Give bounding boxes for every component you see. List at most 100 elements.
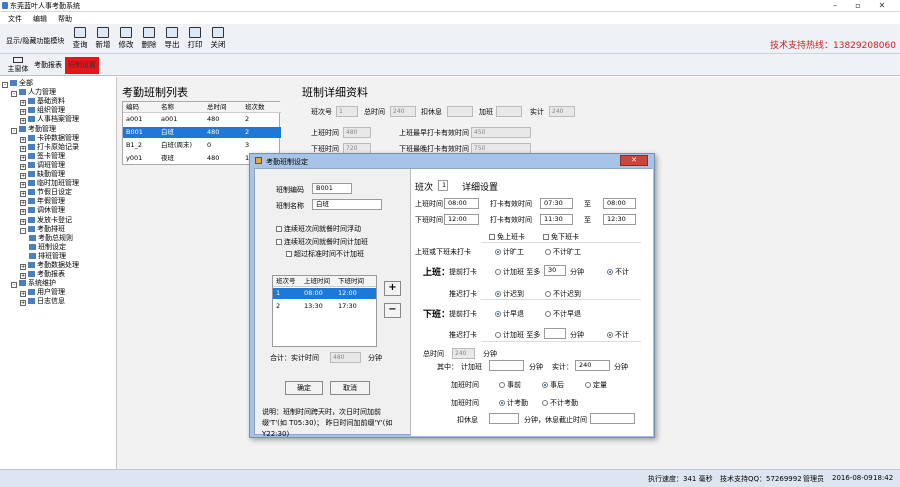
tree-item[interactable]: + 年假管理 xyxy=(20,197,65,207)
expand-icon[interactable]: + xyxy=(20,109,26,116)
tree-item[interactable]: + 用户管理 xyxy=(20,288,65,298)
chk1[interactable]: 连续班次间就餐时间浮动 xyxy=(276,224,361,234)
expand-icon[interactable]: + xyxy=(20,218,26,225)
ok-button[interactable]: 确定 xyxy=(285,381,323,395)
miss-absent-radio[interactable]: 计旷工 xyxy=(495,247,524,257)
code-input[interactable]: B001 xyxy=(312,183,352,194)
ot-in-dot[interactable] xyxy=(495,269,501,275)
expand-icon[interactable]: + xyxy=(20,200,26,207)
minimize-icon[interactable]: – xyxy=(826,0,844,11)
fixed-dot[interactable] xyxy=(585,382,591,388)
ot-out-radio[interactable]: 计加班 至多 xyxy=(495,330,540,340)
collapse-icon[interactable]: - xyxy=(11,127,17,134)
chk1-box[interactable] xyxy=(276,226,282,232)
export-button[interactable]: 导出 xyxy=(161,27,183,50)
tree-item[interactable]: - 人力管理 xyxy=(11,88,56,98)
ot-out-dot[interactable] xyxy=(495,332,501,338)
ot-in-minutes[interactable]: 30 xyxy=(544,265,566,276)
r-on-input[interactable]: 08:00 xyxy=(444,198,479,209)
tree-item[interactable]: + 考勤数据处理 xyxy=(20,261,79,270)
edit-button[interactable]: 修改 xyxy=(115,27,137,50)
toggle-modules-button[interactable]: 显示/隐藏功能模块 xyxy=(6,36,64,46)
tree-item[interactable]: + 人事档案管理 xyxy=(20,115,79,125)
miss-no-absent-radio[interactable]: 不计旷工 xyxy=(545,247,581,257)
ot-out-minutes[interactable] xyxy=(544,328,566,339)
close-icon[interactable]: ✕ xyxy=(873,0,891,11)
tree-item[interactable]: 排班管理 xyxy=(29,252,66,261)
expand-icon[interactable]: + xyxy=(20,182,26,189)
free-on-check[interactable]: 免上班卡 xyxy=(489,232,525,242)
late-no-count-dot[interactable] xyxy=(545,291,551,297)
menu-edit[interactable]: 编辑 xyxy=(33,14,47,24)
chk3[interactable]: 超过标准时间不计加班 xyxy=(286,249,364,259)
late-count-dot[interactable] xyxy=(495,291,501,297)
tree-item[interactable]: 考勤总规则 xyxy=(29,234,73,243)
menu-file[interactable]: 文件 xyxy=(8,14,22,24)
shift-number-field[interactable]: 1 xyxy=(438,180,448,191)
miss-absent-dot[interactable] xyxy=(495,249,501,255)
r-off-valid-from[interactable]: 11:30 xyxy=(540,214,573,225)
no-count-dot-2[interactable] xyxy=(607,332,613,338)
chk2-box[interactable] xyxy=(276,239,282,245)
collapse-icon[interactable]: - xyxy=(11,91,17,98)
collapse-icon[interactable]: - xyxy=(20,227,26,234)
expand-icon[interactable]: + xyxy=(20,118,26,125)
expand-icon[interactable]: + xyxy=(20,136,26,143)
menu-help[interactable]: 帮助 xyxy=(58,14,72,24)
expand-icon[interactable]: + xyxy=(20,264,26,270)
tab-shift-settings[interactable]: 班制设置 xyxy=(65,57,99,74)
expand-icon[interactable]: + xyxy=(20,100,26,107)
early-no-count-dot[interactable] xyxy=(545,311,551,317)
tree-item[interactable]: - 全部 xyxy=(2,79,33,88)
no-count-radio-2[interactable]: 不计 xyxy=(607,330,629,340)
expand-icon[interactable]: + xyxy=(20,154,26,161)
free-on-box[interactable] xyxy=(489,234,495,240)
close-button[interactable]: 关闭 xyxy=(207,27,229,50)
count-attend-dot[interactable] xyxy=(499,400,505,406)
chk3-box[interactable] xyxy=(286,251,292,257)
tree-item[interactable]: + 发放卡登记 xyxy=(20,216,72,225)
add-button[interactable]: 新增 xyxy=(92,27,114,50)
expand-icon[interactable]: + xyxy=(20,191,26,198)
r-off-valid-to[interactable]: 12:30 xyxy=(603,214,636,225)
table-row[interactable]: 1 08:00 12:00 xyxy=(273,288,376,299)
early-no-count-radio[interactable]: 不计早退 xyxy=(545,309,581,319)
table-row[interactable]: a001 a001 480 2 xyxy=(123,114,281,125)
chk2[interactable]: 连续班次间就餐时间计加班 xyxy=(276,237,368,247)
tree-item[interactable]: + 节假日设定 xyxy=(20,188,72,198)
late-count-radio[interactable]: 计迟到 xyxy=(495,289,524,299)
r-on-valid-from[interactable]: 07:30 xyxy=(540,198,573,209)
tree-item[interactable]: - 考勤管理 xyxy=(11,125,56,134)
tree-item[interactable]: + 调休管理 xyxy=(20,206,65,216)
remove-period-button[interactable]: − xyxy=(384,303,401,318)
table-row[interactable]: B001 白班 480 2 xyxy=(123,127,281,138)
after-radio[interactable]: 事后 xyxy=(542,380,564,390)
cancel-button[interactable]: 取消 xyxy=(330,381,370,395)
late-no-count-radio[interactable]: 不计迟到 xyxy=(545,289,581,299)
delete-button[interactable]: 删除 xyxy=(138,27,160,50)
print-button[interactable]: 打印 xyxy=(184,27,206,50)
tree-item[interactable]: + 调班管理 xyxy=(20,161,65,170)
dialog-close-icon[interactable]: ✕ xyxy=(620,155,648,166)
tree-item[interactable]: 班制设定 xyxy=(29,243,66,252)
tree-item[interactable]: + 签卡管理 xyxy=(20,152,65,161)
expand-icon[interactable]: + xyxy=(20,291,26,298)
tab-home[interactable]: 主窗体 xyxy=(4,57,32,74)
name-input[interactable]: 白班 xyxy=(312,199,382,210)
rest-deadline-field[interactable] xyxy=(590,413,635,424)
expand-icon[interactable]: + xyxy=(20,209,26,216)
tree-item[interactable]: + 卡钟数据管理 xyxy=(20,134,79,143)
tree-item[interactable]: + 日志信息 xyxy=(20,297,65,307)
tree-item[interactable]: + 临时加班管理 xyxy=(20,179,79,189)
r-ot-field[interactable] xyxy=(489,360,524,371)
query-button[interactable]: 查询 xyxy=(69,27,91,50)
r-actual-field[interactable]: 240 xyxy=(575,360,610,371)
ot-in-radio[interactable]: 计加班 至多 xyxy=(495,267,540,277)
fixed-radio[interactable]: 定量 xyxy=(585,380,607,390)
no-count-dot-1[interactable] xyxy=(607,269,613,275)
no-count-attend-dot[interactable] xyxy=(542,400,548,406)
r-deduct-field[interactable] xyxy=(489,413,519,424)
add-period-button[interactable]: + xyxy=(384,281,401,296)
count-attend-radio[interactable]: 计考勤 xyxy=(499,398,528,408)
tree-item[interactable]: + 缺勤管理 xyxy=(20,170,65,179)
